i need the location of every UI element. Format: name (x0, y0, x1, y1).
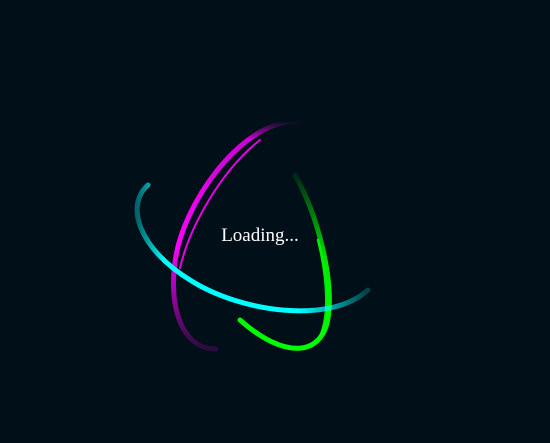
loading-spinner (134, 118, 371, 352)
loading-text: Loading... (221, 225, 299, 246)
loader-ring-green (237, 172, 332, 351)
loading-screen: Loading... (0, 0, 550, 443)
loader-ring-magenta-inner (179, 139, 261, 269)
